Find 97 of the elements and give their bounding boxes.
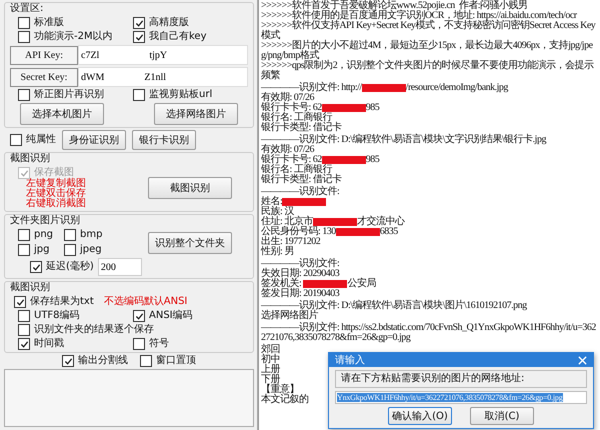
- output-line: 【重意】: [261, 385, 299, 395]
- output-line: ————识别文件:: [261, 187, 340, 197]
- output-text: 银行卡卡号: 62: [261, 102, 322, 113]
- checkbox[interactable]: 识别文件夹的结果逐个保存: [18, 324, 248, 336]
- button[interactable]: 选择网络图片: [154, 103, 238, 125]
- checkmark-icon: [16, 298, 24, 306]
- redaction-mark: [282, 198, 326, 206]
- output-line: ————识别文件:: [261, 259, 340, 269]
- checkmark-icon: [20, 340, 28, 348]
- checkmark-icon: [20, 168, 28, 178]
- checkbox[interactable]: UTF8编码: [18, 310, 133, 322]
- redaction-mark: [362, 84, 406, 92]
- checkmark-icon: [134, 312, 144, 320]
- checkbox[interactable]: jpeg: [64, 244, 110, 256]
- button[interactable]: 识别整个文件夹: [148, 232, 232, 254]
- output-line: 有效期: 07/26: [261, 145, 316, 155]
- output-line: 选择网络图片: [261, 311, 320, 321]
- delay-field[interactable]: 200: [98, 258, 142, 276]
- button[interactable]: 取消(C): [470, 407, 534, 425]
- output-line: 失效日期: 20290403: [261, 269, 340, 279]
- checkbox[interactable]: 保存结果为txt: [14, 296, 94, 308]
- redaction-mark: [303, 280, 348, 288]
- output-line: 下册: [261, 375, 280, 385]
- output-line: 银行名: 工商银行: [261, 113, 332, 123]
- checkbox[interactable]: 符号: [133, 338, 248, 350]
- output-text: 6835: [380, 226, 398, 237]
- note-text: 不选编码默认ANSI: [104, 297, 188, 307]
- output-line: 本文记叙的: [261, 395, 310, 405]
- output-line: 上册: [261, 365, 281, 375]
- checkbox[interactable]: 窗口置顶: [140, 355, 196, 367]
- group-title: 截图识别: [10, 153, 50, 165]
- output-text: 银行卡卡号: 62: [261, 154, 322, 165]
- output-line: 银行卡类型: 借记卡: [261, 175, 343, 185]
- checkbox[interactable]: ANSI编码: [133, 310, 248, 322]
- redaction-mark: [312, 218, 357, 226]
- output-line: 银行卡类型: 借记卡: [261, 123, 343, 133]
- button[interactable]: 截图识别: [148, 177, 232, 199]
- group-title: 文件夹图片识别: [10, 215, 80, 227]
- output-text: ————识别文件: http://: [261, 82, 362, 93]
- checkbox[interactable]: 标准版: [18, 17, 133, 29]
- url-field[interactable]: YnxGkpoWK1HF6hhy/it/u=3622721076,3835078278&fm=26&gp=0.jpg: [335, 391, 587, 404]
- output-text: 985: [366, 154, 380, 165]
- dialog-title: 请输入: [335, 354, 365, 367]
- output-line: 签发日期: 20190403: [261, 289, 340, 299]
- checkbox[interactable]: png: [18, 229, 64, 241]
- output-text: 签发机关:: [261, 278, 302, 289]
- group-title: 设置区:: [10, 3, 44, 15]
- output-line: ————识别文件: https://ss2.bdstatic.com/70cFvnSh_Q1YnxGkpoWK1HF6hhy/it/u=3622721076,3835078278&fm=26&gp=0.jpg: [261, 323, 597, 343]
- output-text: 公安局: [347, 278, 376, 289]
- output-text: 姓名:: [261, 196, 282, 207]
- output-line: ————识别文件: D:\编程软件\易语言\模块\文字识别结果\银行卡.jpg: [261, 135, 548, 145]
- button[interactable]: 身份证识别: [62, 130, 126, 150]
- redaction-mark: [322, 104, 366, 112]
- checkbox[interactable]: 我自己有key: [133, 31, 248, 43]
- checkbox[interactable]: 输出分割线: [62, 355, 128, 367]
- output-line: >>>>>>图片的大小不超过4M，最短边至少15px，最长边最大4096px，支持jpg/jpeg/png/bmp格式: [261, 41, 593, 61]
- group-title: 截图识别: [10, 282, 50, 294]
- checkbox[interactable]: 高精度版: [133, 17, 248, 29]
- checkmark-icon: [32, 262, 40, 272]
- hint-text: 左键双击保存: [25, 189, 86, 199]
- redaction-mark: [336, 228, 380, 236]
- output-line: 银行名: 工商银行: [261, 165, 332, 175]
- checkbox[interactable]: 矫正图片再识别: [18, 89, 133, 101]
- output-text: 才交流中心: [356, 216, 404, 227]
- api-key-label: API Key:: [10, 46, 78, 64]
- button[interactable]: 银行卡识别: [132, 130, 196, 150]
- output-text: 住址: 北京市: [261, 216, 313, 227]
- checkbox[interactable]: jpg: [18, 244, 64, 256]
- output-line: 郊回: [261, 345, 281, 355]
- checkmark-icon: [64, 356, 72, 366]
- output-line: 有效期: 07/26: [261, 93, 316, 103]
- redaction-mark: [322, 156, 366, 164]
- prompt-text: 请在下方粘贴需要识别的图片的网络地址:: [341, 373, 526, 385]
- output-line: 性别: 男: [261, 247, 295, 257]
- output-line: >>>>>>软件使用的是百度通用文字识别OCR，地址: https://ai.baidu.com/tech/ocr: [261, 11, 578, 21]
- checkbox[interactable]: 功能演示-2M以内: [18, 31, 133, 43]
- api-key-field[interactable]: c7Zl tjpY: [78, 45, 248, 65]
- hint-text: 右键取消截图: [25, 199, 86, 209]
- hint-text: 左键复制截图: [25, 179, 86, 189]
- output-line: ————识别文件: D:\编程软件\易语言\模块\图片\1610192107.png: [261, 301, 528, 311]
- output-line: 出生: 19771202: [261, 237, 322, 247]
- close-icon[interactable]: [578, 356, 587, 364]
- secret-key-label: Secret Key:: [10, 68, 78, 86]
- checkbox[interactable]: 时间戳: [18, 338, 133, 350]
- output-text: 985: [366, 102, 380, 113]
- checkbox[interactable]: 纯属性: [10, 134, 56, 146]
- checkbox[interactable]: 监视剪贴板url: [133, 89, 248, 101]
- checkbox[interactable]: bmp: [64, 229, 110, 241]
- output-line: 民族: 汉: [261, 207, 294, 217]
- output-text: 公民身份号码: 130: [261, 226, 336, 237]
- output-line: >>>>>>qps限制为2，识别整个文件夹图片的时候尽量不要使用功能演示，会提示频繁: [261, 61, 595, 81]
- button[interactable]: 选择本机图片: [20, 103, 104, 125]
- output-line: 初中: [261, 355, 281, 365]
- button[interactable]: 确认输入(O): [388, 407, 452, 425]
- checkbox[interactable]: 延迟(毫秒): [30, 261, 94, 273]
- secret-key-field[interactable]: dWM Z1nll: [78, 67, 248, 87]
- output-line: >>>>>>软件仅支持API Key+Secret Key模式，不支持秘密访问密钥Secret Access Key模式: [261, 21, 596, 41]
